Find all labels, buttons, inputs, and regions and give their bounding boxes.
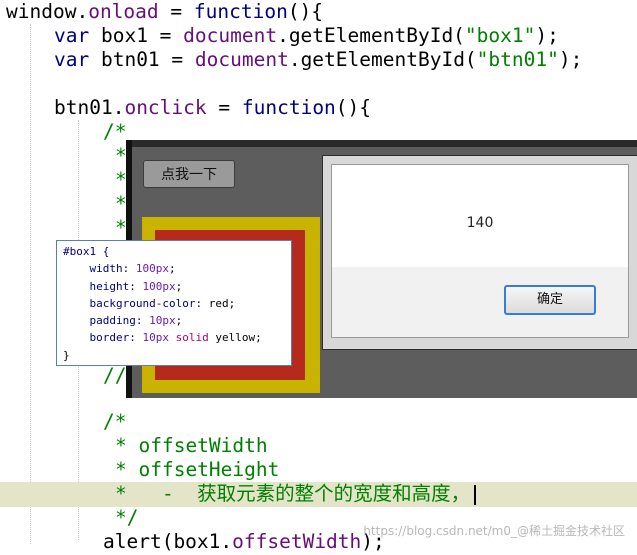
click-me-button[interactable]: 点我一下 xyxy=(143,160,235,188)
alert-ok-button[interactable]: 确定 xyxy=(504,285,596,315)
watermark: https://blog.csdn.net/m0_@稀土掘金技术社区 xyxy=(363,524,625,538)
alert-dialog: 140 确定 xyxy=(322,155,637,350)
alert-body: 140 确定 xyxy=(331,164,629,338)
alert-message-area: 140 xyxy=(332,165,628,267)
comment-star: * xyxy=(115,216,127,239)
comment-star: * xyxy=(115,192,127,215)
code-line-3: var btn01 = document.getElementById("btn… xyxy=(54,48,583,71)
comment-open: /* xyxy=(103,120,127,143)
comment-star: * xyxy=(115,144,127,167)
code-alert-line: alert(box1.offsetWidth); xyxy=(103,530,385,553)
comment-description: * - 获取元素的整个的宽度和高度， xyxy=(115,482,477,506)
indent-guide xyxy=(30,24,31,544)
code-line-1: window.onload = function(){ xyxy=(6,0,324,23)
text-caret xyxy=(474,484,477,505)
comment-slashes: // xyxy=(103,364,127,387)
alert-message: 140 xyxy=(466,215,494,231)
code-line-2: var box1 = document.getElementById("box1… xyxy=(54,24,559,47)
comment-offsetwidth: * offsetWidth xyxy=(115,434,268,457)
comment-close: */ xyxy=(115,506,139,529)
css-tooltip: #box1 { width: 100px; height: 100px; bac… xyxy=(56,240,292,366)
comment-offsetheight: * offsetHeight xyxy=(115,458,280,481)
browser-top-edge xyxy=(126,140,637,147)
comment-star: * xyxy=(115,168,127,191)
code-line-5: btn01.onclick = function(){ xyxy=(54,96,372,119)
comment-open-2: /* xyxy=(103,410,127,433)
